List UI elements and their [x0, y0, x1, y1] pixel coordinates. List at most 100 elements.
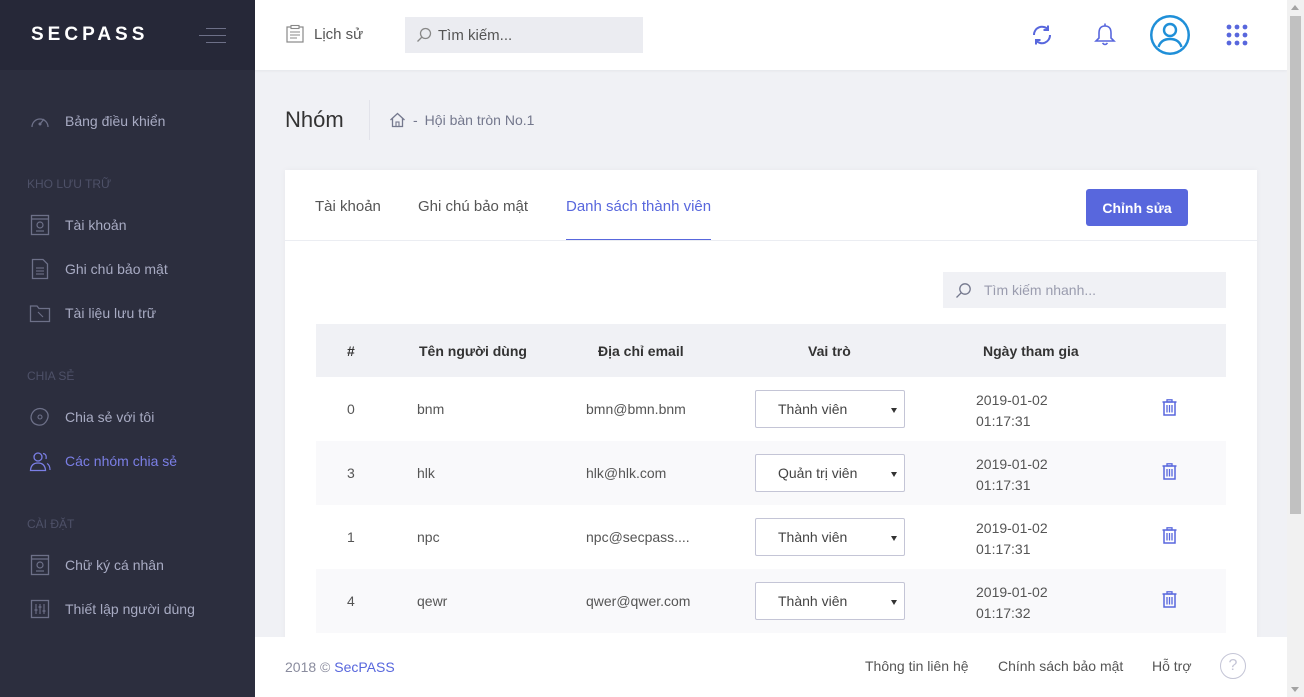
cell-join-date: 2019-01-02 01:17:31	[976, 390, 1048, 432]
table-row: 4 qewr qwer@qwer.com Thành viên 2019-01-…	[316, 569, 1226, 633]
role-select-value: Quản trị viên	[778, 465, 858, 481]
join-date: 2019-01-02	[976, 584, 1048, 600]
help-icon[interactable]: ?	[1220, 653, 1246, 679]
search-icon	[955, 282, 972, 299]
cell-join-date: 2019-01-02 01:17:31	[976, 518, 1048, 560]
breadcrumb-current[interactable]: Hội bàn tròn No.1	[425, 112, 535, 128]
role-select[interactable]: Thành viên	[755, 582, 905, 620]
trash-icon[interactable]	[1162, 527, 1177, 544]
caret-down-icon	[891, 600, 897, 605]
history-label: Lịch sử	[314, 25, 364, 43]
trash-icon[interactable]	[1162, 591, 1177, 608]
bell-icon[interactable]	[1089, 19, 1121, 51]
note-icon	[28, 257, 52, 281]
cell-index: 1	[347, 529, 355, 545]
trash-icon[interactable]	[1162, 399, 1177, 416]
cell-index: 0	[347, 401, 355, 417]
join-time: 01:17:31	[976, 413, 1031, 429]
col-header-role[interactable]: Vai trò	[808, 343, 851, 359]
page-scrollbar[interactable]	[1287, 0, 1304, 697]
sidebar-item-label: Ghi chú bảo mật	[65, 261, 168, 277]
folder-icon	[28, 301, 52, 325]
sidebar-item-documents[interactable]: Tài liệu lưu trữ	[0, 293, 255, 333]
app-logo[interactable]: SECPASS	[31, 24, 148, 46]
sidebar-item-user-settings[interactable]: Thiết lập người dùng	[0, 589, 255, 629]
sidebar-item-label: Bảng điều khiển	[65, 113, 166, 129]
edit-button[interactable]: Chỉnh sửa	[1086, 189, 1188, 226]
col-header-email[interactable]: Địa chỉ email	[598, 343, 684, 359]
caret-down-icon	[891, 536, 897, 541]
tab-secure-notes[interactable]: Ghi chú bảo mật	[418, 198, 528, 239]
sidebar-section-settings: CÀI ĐẶT	[27, 517, 75, 531]
copyright: 2018 © SecPASS	[285, 659, 395, 675]
id-card-icon	[28, 213, 52, 237]
page-title: Nhóm	[285, 107, 344, 132]
sidebar-item-accounts[interactable]: Tài khoản	[0, 205, 255, 245]
search-icon	[416, 27, 432, 43]
footer: 2018 © SecPASS Thông tin liên hệ Chính s…	[255, 637, 1287, 697]
sidebar: SECPASS Bảng điều khiển KHO LƯU TRỮ Tài …	[0, 0, 255, 697]
trash-icon[interactable]	[1162, 463, 1177, 480]
sidebar-item-secure-notes[interactable]: Ghi chú bảo mật	[0, 249, 255, 289]
group-card: Tài khoản Ghi chú bảo mật Danh sách thàn…	[285, 170, 1257, 650]
join-time: 01:17:31	[976, 477, 1031, 493]
sidebar-item-signature[interactable]: Chữ ký cá nhân	[0, 545, 255, 585]
cell-username: qewr	[417, 593, 448, 609]
scroll-up-arrow-icon[interactable]	[1291, 5, 1299, 10]
sidebar-item-dashboard[interactable]: Bảng điều khiển	[0, 101, 255, 141]
clipboard-icon	[285, 24, 305, 44]
sidebar-item-label: Chữ ký cá nhân	[65, 557, 164, 573]
cell-index: 3	[347, 465, 355, 481]
user-avatar-icon[interactable]	[1147, 12, 1193, 58]
join-date: 2019-01-02	[976, 392, 1048, 408]
breadcrumb: - Hội bàn tròn No.1	[389, 112, 534, 128]
sliders-icon	[28, 597, 52, 621]
cell-join-date: 2019-01-02 01:17:31	[976, 454, 1048, 496]
role-select[interactable]: Thành viên	[755, 390, 905, 428]
footer-link-contact[interactable]: Thông tin liên hệ	[865, 658, 969, 674]
sidebar-item-shared-with-me[interactable]: Chia sẻ với tôi	[0, 397, 255, 437]
role-select-value: Thành viên	[778, 593, 848, 609]
sidebar-item-label: Tài liệu lưu trữ	[65, 305, 157, 321]
cell-index: 4	[347, 593, 355, 609]
title-divider	[369, 100, 370, 140]
gauge-icon	[28, 109, 52, 133]
sidebar-item-share-groups[interactable]: Các nhóm chia sẻ	[0, 441, 255, 481]
brand-link[interactable]: SecPASS	[334, 659, 394, 675]
quick-search-input[interactable]	[984, 282, 1224, 298]
sidebar-section-share: CHIA SẺ	[27, 369, 75, 383]
role-select-value: Thành viên	[778, 401, 848, 417]
table-row: 1 npc npc@secpass.... Thành viên 2019-01…	[316, 505, 1226, 569]
col-header-username[interactable]: Tên người dùng	[419, 343, 527, 359]
quick-search-box	[943, 272, 1226, 308]
users-icon	[28, 449, 52, 473]
footer-link-support[interactable]: Hỗ trợ	[1152, 658, 1192, 674]
role-select[interactable]: Thành viên	[755, 518, 905, 556]
top-search-box	[405, 17, 643, 53]
refresh-icon[interactable]	[1026, 19, 1058, 51]
cell-email: npc@secpass....	[586, 529, 690, 545]
col-header-index[interactable]: #	[347, 343, 355, 359]
sidebar-section-storage: KHO LƯU TRỮ	[27, 177, 112, 191]
join-date: 2019-01-02	[976, 456, 1048, 472]
history-button[interactable]: Lịch sử	[285, 24, 363, 44]
tab-member-list[interactable]: Danh sách thành viên	[566, 198, 712, 240]
top-search-input[interactable]	[438, 26, 638, 44]
menu-toggle-icon[interactable]	[199, 27, 226, 44]
apps-grid-icon[interactable]	[1221, 19, 1253, 51]
table-row: 3 hlk hlk@hlk.com Quản trị viên 2019-01-…	[316, 441, 1226, 505]
scroll-thumb[interactable]	[1290, 16, 1301, 514]
home-icon[interactable]	[389, 112, 406, 128]
tab-accounts[interactable]: Tài khoản	[315, 198, 381, 239]
col-header-join-date[interactable]: Ngày tham gia	[983, 343, 1079, 359]
sidebar-item-label: Các nhóm chia sẻ	[65, 453, 178, 469]
cell-username: npc	[417, 529, 440, 545]
join-time: 01:17:32	[976, 605, 1031, 621]
share-icon	[28, 405, 52, 429]
cell-email: qwer@qwer.com	[586, 593, 691, 609]
scroll-down-arrow-icon[interactable]	[1291, 687, 1299, 692]
footer-link-privacy[interactable]: Chính sách bảo mật	[998, 658, 1123, 674]
topbar: Lịch sử	[255, 0, 1287, 70]
role-select[interactable]: Quản trị viên	[755, 454, 905, 492]
cell-username: bnm	[417, 401, 445, 417]
